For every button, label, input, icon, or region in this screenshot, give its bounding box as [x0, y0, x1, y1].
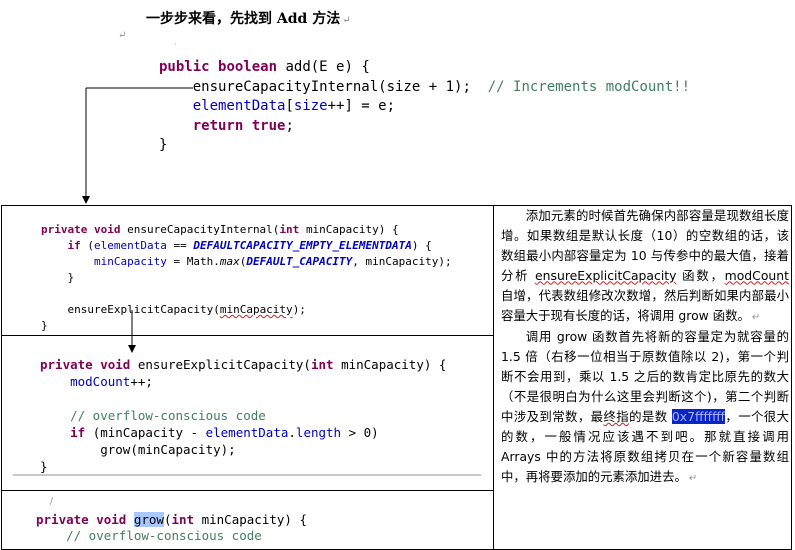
code-line: // overflow-conscious code: [66, 528, 262, 543]
code-line: private void grow(int minCapacity) {: [36, 512, 307, 527]
code-ensure-explicit-capacity: private void ensureExplicitCapacity(int …: [40, 356, 446, 475]
code-line: private void ensureCapacityInternal(int …: [41, 223, 399, 236]
arrow-to-ensure-internal: [82, 87, 193, 204]
code-line: ensureExplicitCapacity(minCapacity);: [67, 303, 306, 316]
code-line: private void ensureExplicitCapacity(int …: [40, 357, 447, 372]
explanation-text: 添加元素的时候首先确保内部容量是现数组长度增​​​。如果数组是默认长度（10）的…: [501, 206, 789, 489]
explanation-paragraph-2: 调用 grow 函数首先将新的容量定为就容量的 1.5 倍（右移一位相当于原数值…: [501, 329, 790, 484]
code-line: // overflow-conscious code: [70, 408, 266, 423]
code-ensure-capacity-internal: private void ensureCapacityInternal(int …: [41, 222, 452, 334]
tick-mark: /: [50, 497, 54, 507]
explanation-paragraph-1: 添加元素的时候首先确保内部容量是现数组长度增​​​。如果数组是默认长度（10）的…: [501, 208, 790, 323]
code-line: minCapacity = Math.max(DEFAULT_CAPACITY,…: [93, 255, 452, 268]
code-line: grow(minCapacity);: [100, 442, 236, 457]
code-line: modCount++;: [70, 374, 153, 389]
code-line: }: [40, 459, 48, 474]
code-line: }: [41, 319, 48, 332]
code-line: if (minCapacity - elementData.length > 0…: [70, 425, 379, 440]
code-grow: private void grow(int minCapacity) { // …: [36, 512, 307, 544]
code-line: if (elementData == DEFAULTCAPACITY_EMPTY…: [67, 239, 432, 252]
code-line: }: [67, 271, 75, 284]
